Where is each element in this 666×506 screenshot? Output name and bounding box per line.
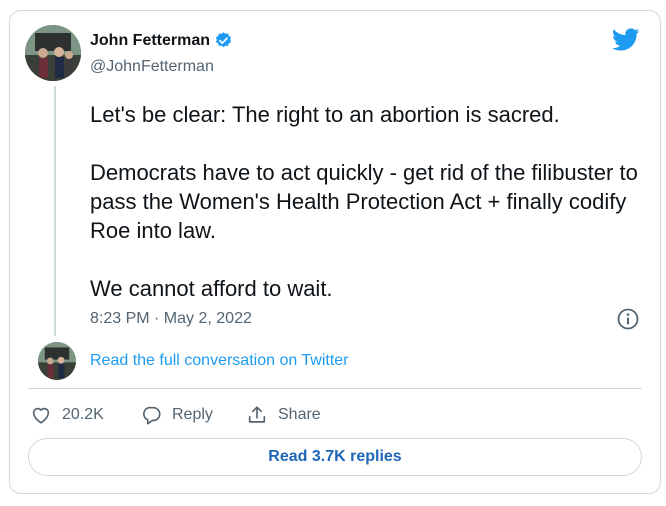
- divider: [28, 388, 642, 389]
- tweet-paragraph: Let's be clear: The right to an abortion…: [90, 102, 560, 127]
- author-name-row[interactable]: John Fetterman: [90, 31, 233, 50]
- share-button[interactable]: Share: [246, 404, 321, 426]
- reply-label: Reply: [172, 406, 213, 423]
- reply-bubble-icon: [142, 406, 161, 425]
- tweet-paragraph: We cannot afford to wait.: [90, 276, 333, 301]
- twitter-bird-icon[interactable]: [612, 28, 640, 52]
- conversation-avatar: [38, 342, 76, 380]
- author-avatar[interactable]: [25, 25, 81, 81]
- info-icon[interactable]: [616, 307, 640, 331]
- tweet-timestamp[interactable]: 8:23 PM · May 2, 2022: [90, 310, 252, 328]
- like-count: 20.2K: [62, 406, 104, 423]
- share-icon: [248, 406, 266, 423]
- verified-badge-icon: [215, 32, 232, 48]
- heart-icon: [32, 407, 50, 424]
- tweet-text: Let's be clear: The right to an abortion…: [90, 100, 650, 303]
- author-handle[interactable]: @JohnFetterman: [90, 58, 214, 76]
- tweet-paragraph: Democrats have to act quickly - get rid …: [90, 160, 638, 243]
- thread-line: [54, 86, 56, 336]
- read-conversation-link[interactable]: Read the full conversation on Twitter: [90, 352, 349, 370]
- like-button[interactable]: 20.2K: [30, 404, 104, 426]
- author-name[interactable]: John Fetterman: [90, 32, 210, 50]
- share-label: Share: [278, 406, 321, 423]
- reply-button[interactable]: Reply: [140, 404, 213, 426]
- read-replies-button[interactable]: Read 3.7K replies: [28, 438, 642, 476]
